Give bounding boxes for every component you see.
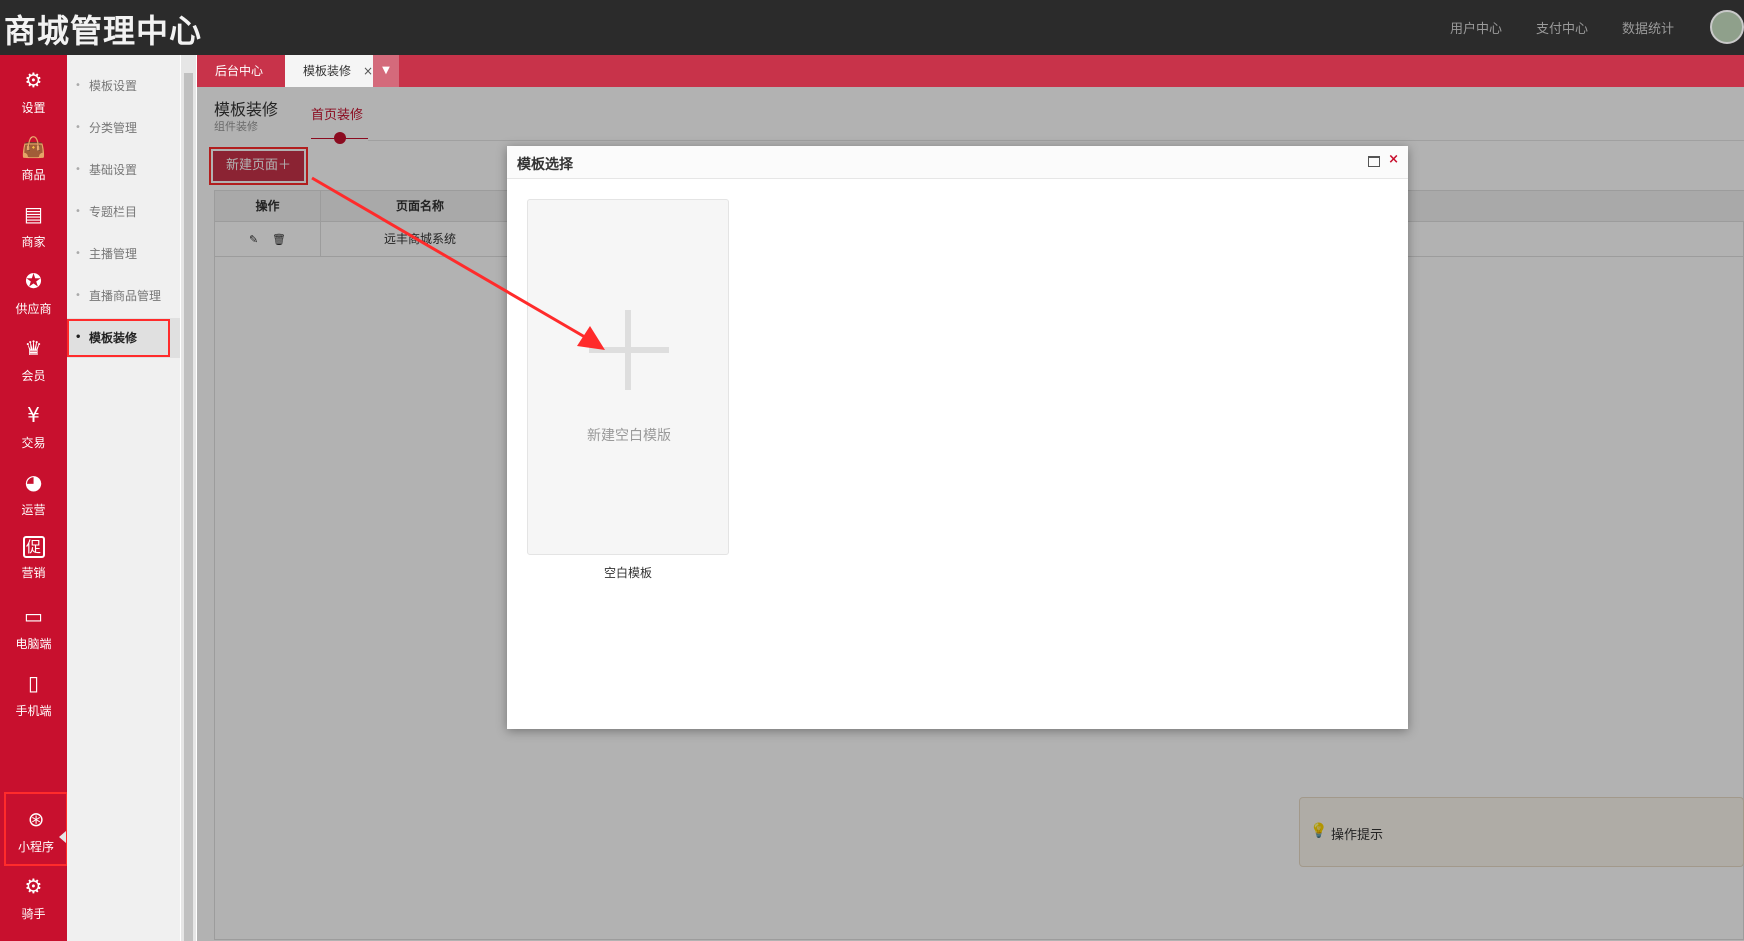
sidebar-scrollbar[interactable] [181,55,196,941]
top-link-user-center[interactable]: 用户中心 [1450,18,1502,37]
sidebar-item-settings[interactable]: ⚙ 设置 [0,55,67,129]
sub-item-topics[interactable]: 专题栏目 [67,192,180,232]
pie-chart-icon: ◕ [24,470,43,494]
shopping-bag-icon: 👜 [21,135,46,159]
scrollbar-thumb[interactable] [184,73,193,941]
sub-item-anchor[interactable]: 主播管理 [67,234,180,274]
sidebar-item-label: 交易 [21,436,46,450]
sub-item-live-goods[interactable]: 直播商品管理 [67,276,180,316]
primary-sidebar: ⚙ 设置 👜 商品 ▤ 商家 ✪ 供应商 ♛ 会员 ¥ 交易 ◕ 运营 促 营销… [0,55,68,941]
sub-item-template-settings[interactable]: 模板设置 [67,66,180,106]
mini-program-icon: ⊛ [27,807,45,831]
tab-home[interactable]: 后台中心 [197,55,281,87]
gear-icon: ⚙ [24,874,43,898]
sidebar-item-mobile[interactable]: ▯ 手机端 [0,658,67,732]
plus-icon-bar [589,347,669,353]
tab-bar: 后台中心 模板装修 × ▼ [197,55,1744,87]
sidebar-item-label: 商家 [21,235,46,249]
store-icon: ▤ [24,202,43,226]
sidebar-item-label: 运营 [21,503,46,517]
sidebar-item-label: 小程序 [17,840,54,854]
sidebar-item-mini-program[interactable]: ⊛ 小程序 [4,792,68,866]
gear-icon: ⚙ [24,68,43,92]
promo-icon: 促 [22,536,45,558]
tab-label: 后台中心 [215,64,264,78]
sidebar-item-label: 会员 [21,369,46,383]
modal-header: 模板选择 × [507,146,1408,179]
sidebar-item-member[interactable]: ♛ 会员 [0,323,67,397]
chevron-down-icon[interactable]: ▼ [373,55,399,87]
sidebar-item-label: 设置 [21,101,46,115]
ribbon-icon: ✪ [25,269,42,293]
tab-label: 模板装修 [303,64,352,78]
sidebar-item-pc[interactable]: ▭ 电脑端 [0,591,67,665]
top-header: 商城管理中心 用户中心 支付中心 数据统计 [0,0,1744,55]
avatar[interactable] [1710,10,1744,44]
template-select-modal: 模板选择 × 新建空白模版 空白模板 [507,146,1408,729]
sidebar-item-goods[interactable]: 👜 商品 [0,122,67,196]
sidebar-item-marketing[interactable]: 促 营销 [0,524,67,598]
sidebar-item-rider[interactable]: ⚙ 骑手 [0,861,67,935]
top-link-payment-center[interactable]: 支付中心 [1536,18,1588,37]
sidebar-item-supplier[interactable]: ✪ 供应商 [0,256,67,330]
sidebar-item-label: 营销 [21,566,46,580]
sub-item-category[interactable]: 分类管理 [67,108,180,148]
top-nav: 用户中心 支付中心 数据统计 [1450,18,1674,37]
close-icon[interactable]: × [1388,152,1399,167]
highlight-box [67,319,170,357]
sidebar-item-operation[interactable]: ◕ 运营 [0,457,67,531]
sidebar-item-merchant[interactable]: ▤ 商家 [0,189,67,263]
crown-icon: ♛ [24,336,43,360]
phone-icon: ▯ [27,671,39,695]
blank-template-caption: 空白模板 [603,566,652,580]
sidebar-item-label: 商品 [21,168,46,182]
sidebar-item-label: 供应商 [15,302,52,316]
active-indicator [59,831,66,843]
new-blank-template-label: 新建空白模版 [587,428,671,444]
top-link-statistics[interactable]: 数据统计 [1622,18,1674,37]
sub-item-basic-settings[interactable]: 基础设置 [67,150,180,190]
blank-template-card[interactable]: 新建空白模版 [527,199,729,555]
close-icon[interactable]: × [363,64,373,78]
secondary-sidebar: 模板设置 分类管理 基础设置 专题栏目 主播管理 直播商品管理 模板装修 [67,55,180,941]
yen-icon: ¥ [27,403,40,427]
sidebar-item-label: 电脑端 [15,637,52,651]
sidebar-item-label: 骑手 [21,907,46,921]
monitor-icon: ▭ [24,604,43,628]
maximize-icon[interactable] [1368,156,1380,167]
sidebar-item-trade[interactable]: ¥ 交易 [0,390,67,464]
sidebar-item-label: 手机端 [15,704,52,718]
brand-title: 商城管理中心 [4,12,203,50]
modal-title: 模板选择 [517,157,573,173]
